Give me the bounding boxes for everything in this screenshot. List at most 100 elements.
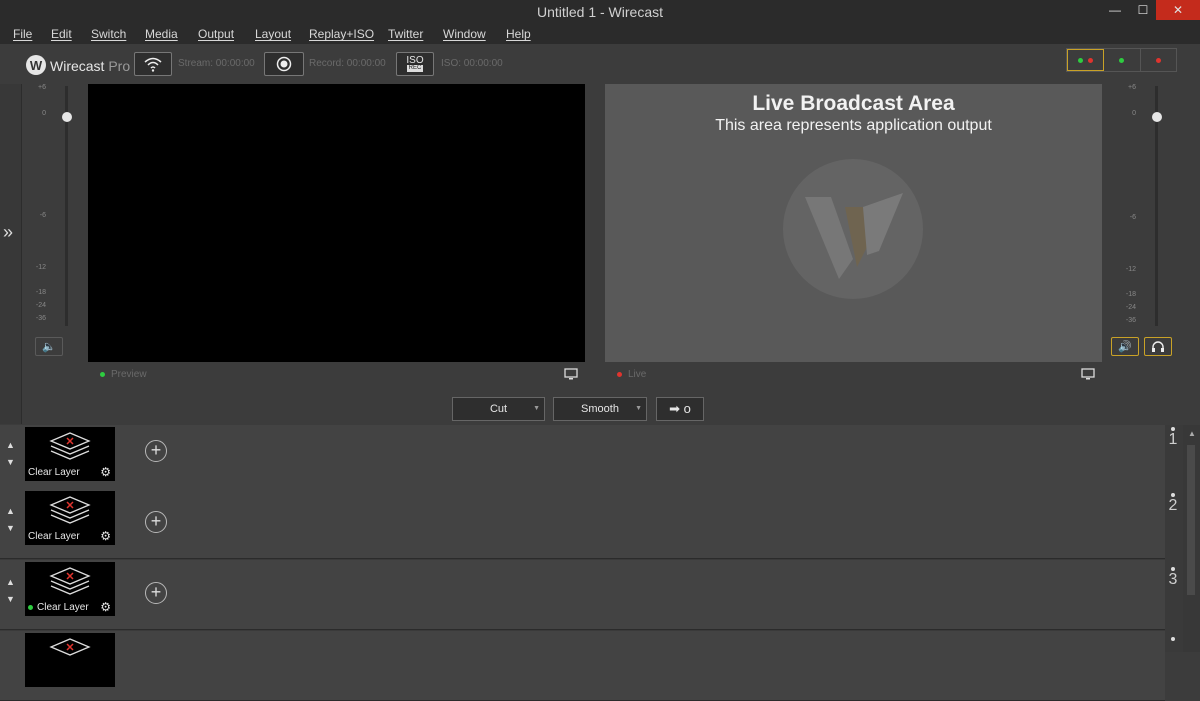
arrow-up-icon[interactable]: ▲ (6, 437, 15, 454)
menu-layout[interactable]: Layout (255, 27, 291, 41)
meter-tick: -6 (1129, 214, 1136, 221)
speaker-icon: 🔈 (42, 341, 56, 353)
gear-icon[interactable]: ⚙ (100, 465, 111, 479)
meter-tick: -24 (1125, 304, 1136, 311)
layer-shot-thumbnail[interactable]: Clear Layer ⚙ (25, 562, 115, 616)
menu-switch[interactable]: Switch (91, 27, 126, 41)
live-canvas[interactable]: Live Broadcast Area This area represents… (605, 84, 1102, 362)
meter-tick: 0 (1132, 110, 1136, 117)
layer-shot-label: Clear Layer (28, 467, 80, 478)
add-shot-button[interactable]: + (145, 582, 167, 604)
arrow-down-icon[interactable]: ▼ (6, 591, 15, 608)
live-shot-dot-icon (28, 605, 33, 610)
chevron-down-icon: ▼ (533, 405, 540, 412)
monitor-icon[interactable] (1081, 368, 1095, 380)
arrow-up-icon[interactable]: ▲ (6, 574, 15, 591)
brand-wirecast: Wirecast (50, 58, 105, 74)
layers-stack-icon (49, 567, 91, 595)
layer-number-text: 2 (1168, 497, 1178, 514)
add-shot-button[interactable]: + (145, 440, 167, 462)
iso-record-button[interactable]: ISO REC (396, 52, 434, 76)
live-label-text: Live (628, 369, 647, 380)
menu-media[interactable]: Media (145, 27, 178, 41)
transition-smooth-select[interactable]: Smooth ▼ (553, 397, 647, 421)
gear-icon[interactable]: ⚙ (100, 529, 111, 543)
green-dot-icon (1119, 57, 1125, 63)
menu-window[interactable]: Window (443, 27, 486, 41)
layer-shot-thumbnail[interactable]: Clear Layer ⚙ (25, 427, 115, 481)
stream-button[interactable] (134, 52, 172, 76)
audio-mode-live[interactable] (1141, 49, 1176, 71)
live-heading: Live Broadcast Area (752, 92, 955, 115)
gear-icon[interactable]: ⚙ (100, 600, 111, 614)
layers-panel: ▲▼ Clear Layer ⚙ + ▲▼ Clear Layer ⚙ + (0, 425, 1200, 701)
layer-row: ▲ ▼ Clear Layer ⚙ + (0, 489, 1165, 559)
record-icon (276, 56, 292, 72)
transition-smooth-label: Smooth (581, 403, 619, 415)
menu-help[interactable]: Help (506, 27, 531, 41)
iso-timer: ISO: 00:00:00 (441, 58, 503, 69)
menu-twitter[interactable]: Twitter (388, 27, 423, 41)
record-timer: Record: 00:00:00 (309, 58, 386, 69)
close-button[interactable]: ✕ (1156, 0, 1200, 20)
headphones-button[interactable] (1144, 337, 1172, 356)
arrow-down-icon[interactable]: ▼ (6, 454, 15, 471)
volume-slider-track[interactable] (65, 86, 68, 326)
meter-tick: -36 (35, 315, 46, 322)
stream-timer: Stream: 00:00:00 (178, 58, 255, 69)
iso-button-label: ISO (406, 55, 424, 66)
volume-slider-track[interactable] (1155, 86, 1158, 326)
layer-shot-thumbnail[interactable]: Clear Layer ⚙ (25, 491, 115, 545)
headphones-icon (1152, 340, 1164, 352)
sidebar-toggle[interactable]: » (0, 84, 22, 424)
window-title: Untitled 1 - Wirecast (536, 4, 664, 20)
menu-file[interactable]: File (13, 27, 32, 41)
volume-slider-knob[interactable] (1152, 112, 1162, 122)
menu-output[interactable]: Output (198, 27, 234, 41)
layers-scrollbar[interactable]: ▲ (1183, 425, 1200, 652)
toolbar: W Wirecast Pro Stream: 00:00:00 Record: … (0, 44, 1200, 84)
audio-mode-indicators (1066, 48, 1177, 72)
go-button[interactable]: ➡ o (656, 397, 704, 421)
audio-mode-preview[interactable] (1104, 49, 1141, 71)
scrollbar-thumb[interactable] (1187, 445, 1195, 595)
preview-speaker-button[interactable]: 🔈 (35, 337, 63, 356)
layer-reorder[interactable]: ▲ ▼ (6, 574, 15, 608)
layer-number: 3 (1163, 567, 1183, 589)
meter-tick: -18 (35, 289, 46, 296)
layer-number-text: 1 (1168, 431, 1178, 448)
layer-reorder[interactable]: ▲ ▼ (6, 437, 15, 471)
layer-number: 2 (1163, 493, 1183, 515)
meter-tick: -18 (1125, 291, 1136, 298)
broadcast-icon (144, 57, 162, 72)
meter-tick: 0 (42, 110, 46, 117)
preview-label: Preview (100, 369, 147, 380)
layer-dot-icon (1171, 637, 1175, 641)
live-status-dot (617, 372, 622, 377)
layer-reorder[interactable]: ▲ ▼ (6, 503, 15, 537)
live-speaker-button[interactable]: 🔊 (1111, 337, 1139, 356)
meter-scale: +6 0 -6 -12 -18 -24 -36 (1120, 84, 1136, 324)
add-shot-button[interactable]: + (145, 511, 167, 533)
record-button[interactable] (264, 52, 304, 76)
brand-edition: Pro (108, 58, 131, 74)
menu-edit[interactable]: Edit (51, 27, 72, 41)
audio-mode-both[interactable] (1067, 49, 1105, 71)
volume-slider-knob[interactable] (62, 112, 72, 122)
layers-stack-icon (49, 638, 91, 656)
minimize-button[interactable]: — (1100, 0, 1130, 20)
layers-stack-icon (49, 496, 91, 524)
arrow-up-icon[interactable]: ▲ (6, 503, 15, 520)
brand-name: Wirecast Pro (50, 58, 130, 74)
maximize-button[interactable]: ☐ (1128, 0, 1158, 20)
arrow-down-icon[interactable]: ▼ (6, 520, 15, 537)
layer-number-text: 3 (1168, 571, 1178, 588)
monitor-icon[interactable] (564, 368, 578, 380)
live-audio-meter: +6 0 -6 -12 -18 -24 -36 (1120, 84, 1168, 334)
transition-cut-select[interactable]: Cut ▼ (452, 397, 545, 421)
menu-replay-iso[interactable]: Replay+ISO (309, 27, 374, 41)
layer-shot-thumbnail[interactable] (25, 633, 115, 687)
scroll-up-icon[interactable]: ▲ (1188, 429, 1196, 438)
preview-canvas[interactable] (88, 84, 585, 362)
layer-row (0, 631, 1165, 701)
